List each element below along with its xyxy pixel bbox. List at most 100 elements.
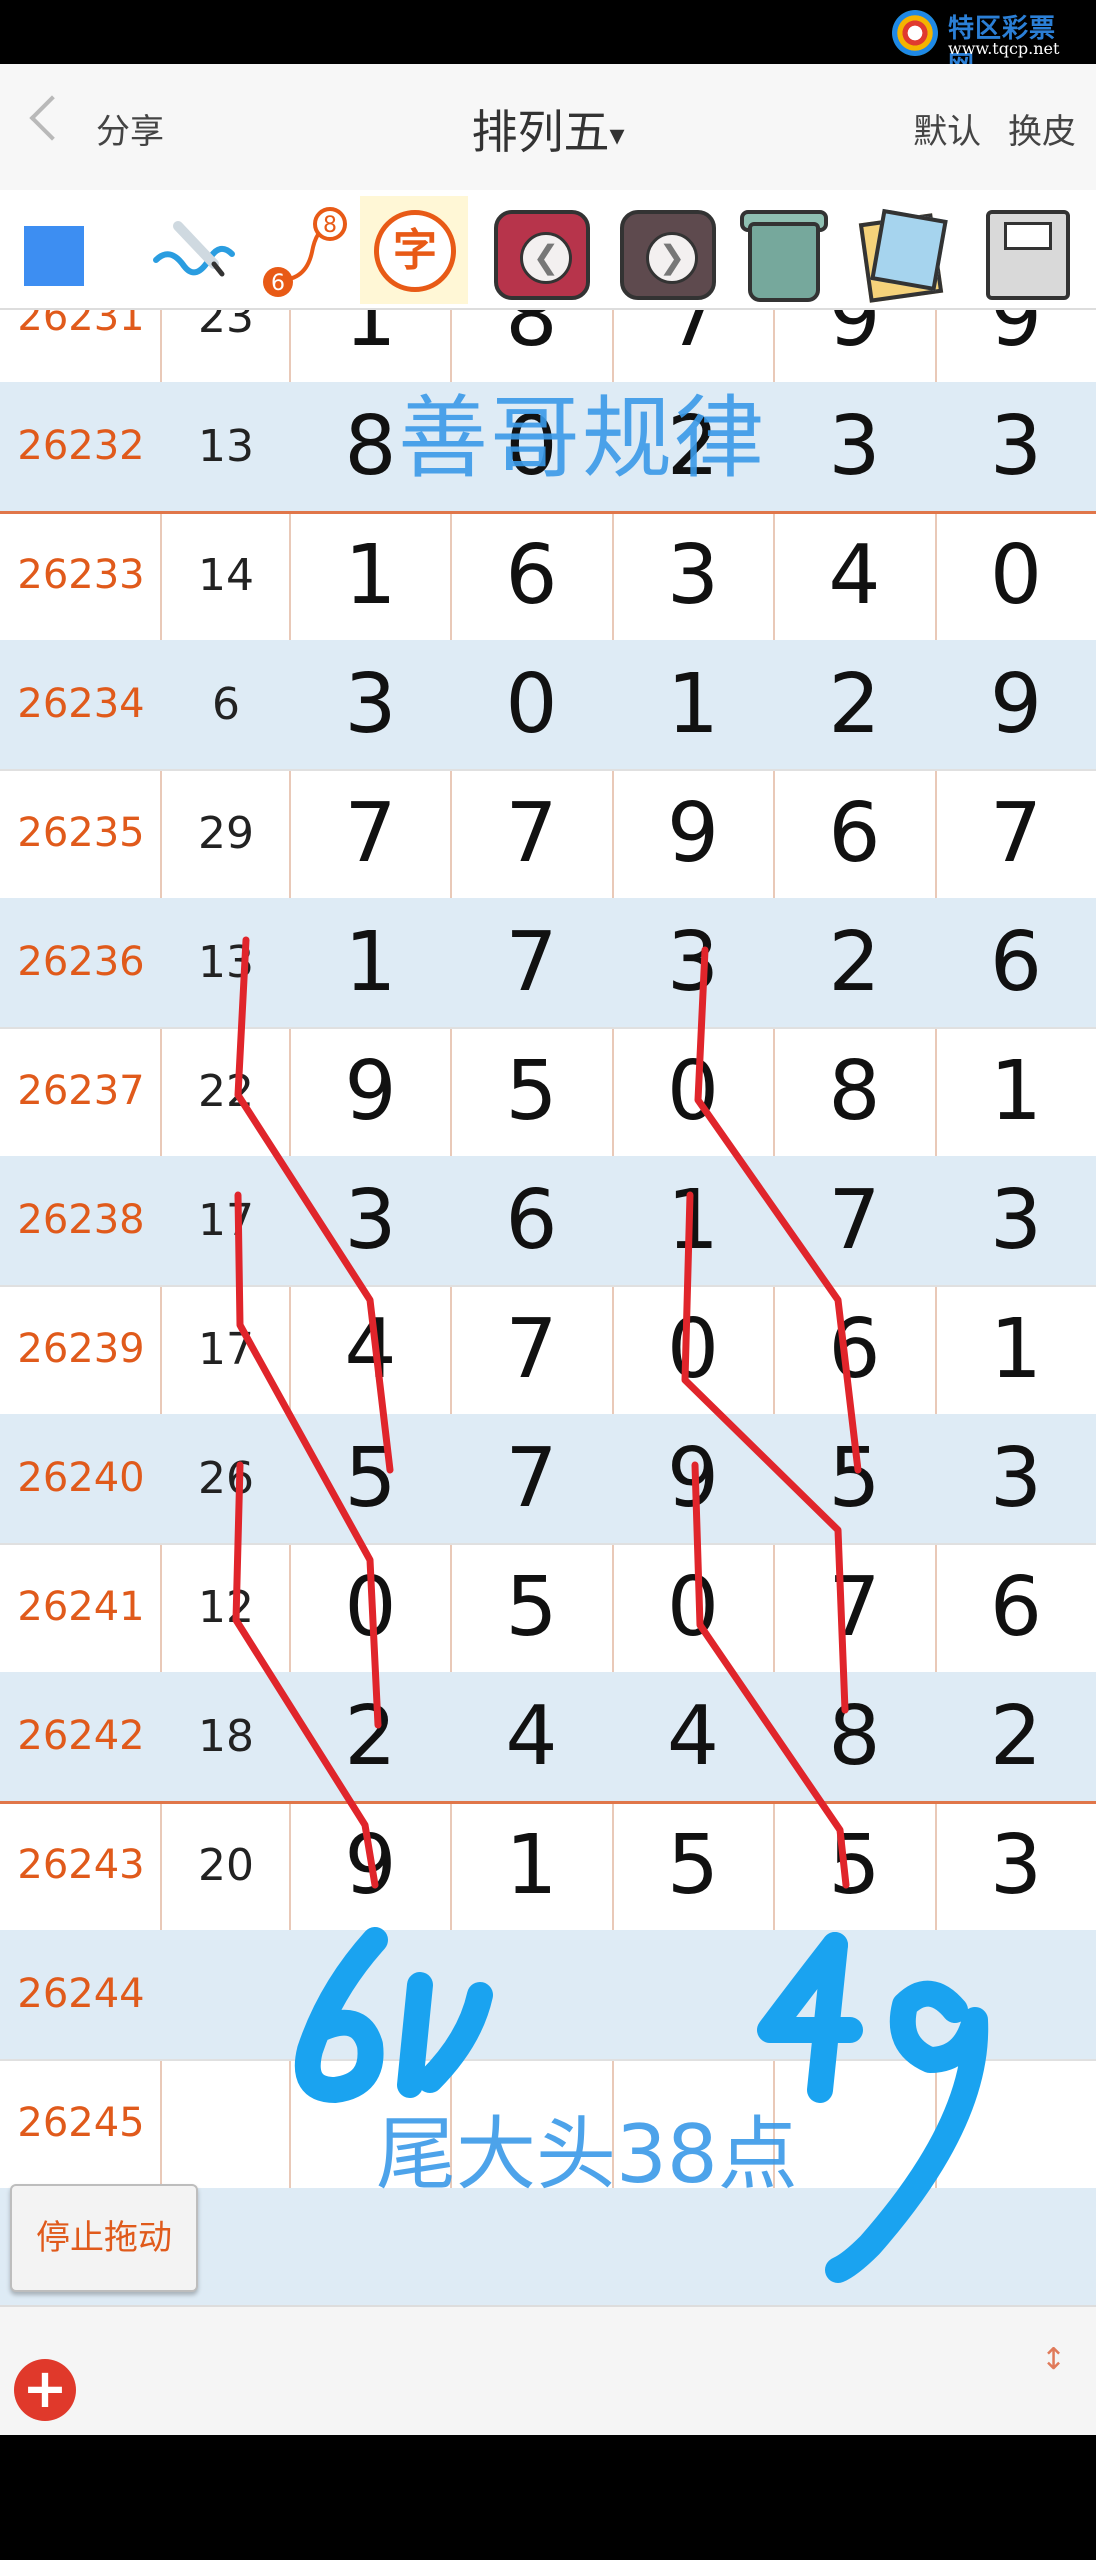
add-icon[interactable]: +	[14, 2359, 76, 2421]
digit-cell[interactable]	[774, 2059, 935, 2188]
digit-cell[interactable]	[936, 2188, 1096, 2305]
digit-cell[interactable]: 3	[290, 1156, 451, 1285]
digit-cell[interactable]: 1	[290, 310, 451, 382]
text-tool[interactable]: 字	[360, 196, 468, 304]
digit-cell[interactable]	[936, 1930, 1096, 2059]
digit-cell[interactable]: 1	[451, 1801, 612, 1930]
digit-cell[interactable]: 7	[451, 1285, 612, 1414]
digit-cell[interactable]	[290, 1930, 451, 2059]
sum-value	[162, 2059, 290, 2188]
digit-cell[interactable]: 1	[936, 1027, 1096, 1156]
digit-cell[interactable]: 0	[613, 1027, 773, 1156]
digit-cell[interactable]: 3	[936, 1414, 1096, 1543]
digit-cell[interactable]: 3	[613, 511, 773, 640]
digit-cell[interactable]: 1	[613, 1156, 773, 1285]
digit-cell[interactable]: 0	[613, 1543, 773, 1672]
digit-cell[interactable]: 6	[774, 1285, 935, 1414]
digit-cell[interactable]: 3	[936, 1801, 1096, 1930]
digit-cell[interactable]: 6	[936, 1543, 1096, 1672]
digit-cell[interactable]	[613, 2059, 773, 2188]
digit-cell[interactable]: 2	[936, 1672, 1096, 1801]
stop-drag-button[interactable]: 停止拖动	[10, 2184, 198, 2292]
digit-cell[interactable]: 2	[774, 640, 935, 769]
line-connect-tool[interactable]: 8 6	[250, 196, 358, 304]
digit-cell[interactable]	[774, 2188, 935, 2305]
trend-table[interactable]: 26231 23 1 8 7 9 9 26232 13 8 0 2 3 3 26233 14 1 6 3 4 0 2623…	[0, 310, 1096, 2305]
clear-button[interactable]	[726, 196, 834, 304]
digit-cell[interactable]: 3	[613, 898, 773, 1027]
digit-cell[interactable]: 5	[613, 1801, 773, 1930]
digit-cell[interactable]: 7	[451, 769, 612, 898]
digit-cell[interactable]: 8	[774, 1027, 935, 1156]
digit-cell[interactable]: 9	[936, 310, 1096, 382]
digit-cell[interactable]	[290, 2059, 451, 2188]
digit-cell[interactable]	[451, 2059, 612, 2188]
digit-cell[interactable]: 0	[290, 1543, 451, 1672]
digit-cell[interactable]	[613, 2188, 773, 2305]
digit-cell[interactable]: 3	[936, 1156, 1096, 1285]
digit-cell[interactable]: 7	[290, 769, 451, 898]
default-button[interactable]: 默认	[913, 112, 981, 152]
digit-cell[interactable]: 5	[290, 1414, 451, 1543]
digit-cell[interactable]: 6	[774, 769, 935, 898]
pen-tool[interactable]	[140, 196, 248, 304]
redo-button[interactable]: ❯	[610, 196, 718, 304]
digit-cell[interactable]: 7	[936, 769, 1096, 898]
digit-cell[interactable]: 3	[290, 640, 451, 769]
digit-cell[interactable]: 7	[451, 1414, 612, 1543]
digit-cell[interactable]: 3	[774, 382, 935, 511]
digit-cell[interactable]: 4	[774, 511, 935, 640]
digit-cell[interactable]: 7	[774, 1543, 935, 1672]
digit-cell[interactable]: 3	[936, 382, 1096, 511]
digit-cell[interactable]: 0	[936, 511, 1096, 640]
digit-cell[interactable]: 8	[290, 382, 451, 511]
digit-cell[interactable]: 1	[613, 640, 773, 769]
album-button[interactable]	[846, 196, 954, 304]
digit-cell[interactable]: 5	[774, 1414, 935, 1543]
digit-cell[interactable]: 9	[774, 310, 935, 382]
digit-cell[interactable]: 1	[936, 1285, 1096, 1414]
table-row: 26231 23 1 8 7 9 9	[0, 310, 1096, 384]
digit-cell[interactable]: 8	[774, 1672, 935, 1801]
digit-cell[interactable]: 9	[613, 1414, 773, 1543]
digit-cell[interactable]: 6	[936, 898, 1096, 1027]
digit-cell[interactable]	[774, 1930, 935, 2059]
digit-cell[interactable]: 8	[451, 310, 612, 382]
digit-cell[interactable]: 5	[451, 1027, 612, 1156]
digit-cell[interactable]: 6	[451, 1156, 612, 1285]
digit-cell[interactable]: 1	[290, 511, 451, 640]
digit-cell[interactable]: 2	[613, 382, 773, 511]
trash-icon	[748, 222, 820, 302]
digit-cell[interactable]: 7	[613, 310, 773, 382]
digit-cell[interactable]: 4	[451, 1672, 612, 1801]
digit-cell[interactable]	[451, 1930, 612, 2059]
digit-cell[interactable]: 5	[774, 1801, 935, 1930]
digit-cell[interactable]	[451, 2188, 612, 2305]
digit-cell[interactable]	[936, 2059, 1096, 2188]
digit-cell[interactable]: 7	[451, 898, 612, 1027]
digit-cell[interactable]: 5	[451, 1543, 612, 1672]
digit-cell[interactable]: 9	[290, 1027, 451, 1156]
bottom-bar: + ↕	[0, 2305, 1096, 2437]
color-square-tool[interactable]	[0, 196, 108, 304]
digit-cell[interactable]: 4	[290, 1285, 451, 1414]
digit-cell[interactable]	[613, 1930, 773, 2059]
digit-cell[interactable]: 7	[774, 1156, 935, 1285]
redo-arrow-icon: ❯	[620, 210, 716, 300]
digit-cell[interactable]: 9	[613, 769, 773, 898]
scroll-toggle-icon[interactable]: ↕	[1041, 2345, 1066, 2375]
digit-cell[interactable]: 4	[613, 1672, 773, 1801]
digit-cell[interactable]: 0	[613, 1285, 773, 1414]
digit-cell[interactable]: 2	[290, 1672, 451, 1801]
digit-cell[interactable]: 1	[290, 898, 451, 1027]
digit-cell[interactable]: 9	[936, 640, 1096, 769]
undo-button[interactable]: ❮	[484, 196, 592, 304]
digit-cell[interactable]	[290, 2188, 451, 2305]
save-button[interactable]	[970, 196, 1078, 304]
digit-cell[interactable]: 0	[451, 382, 612, 511]
digit-cell[interactable]: 6	[451, 511, 612, 640]
digit-cell[interactable]: 0	[451, 640, 612, 769]
digit-cell[interactable]: 2	[774, 898, 935, 1027]
change-skin-button[interactable]: 换皮	[1008, 112, 1076, 152]
digit-cell[interactable]: 9	[290, 1801, 451, 1930]
